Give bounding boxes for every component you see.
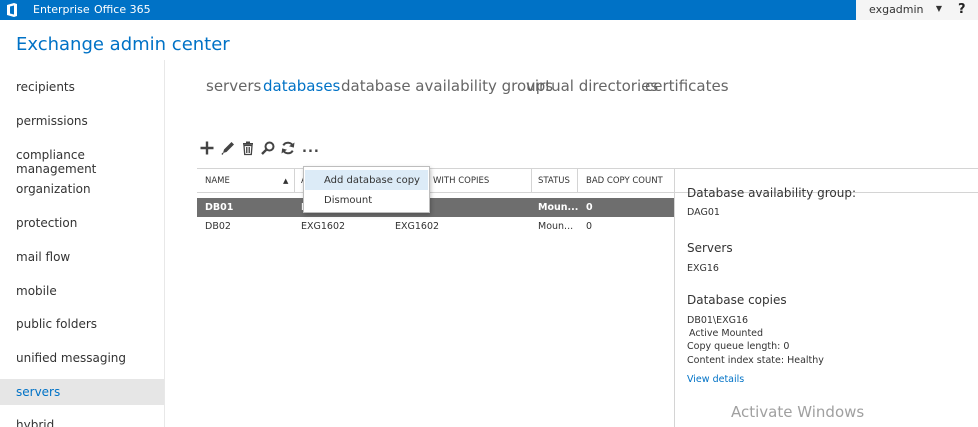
- nav-item-protection[interactable]: protection: [0, 210, 164, 236]
- cell-status: Moun...: [538, 221, 574, 232]
- help-button[interactable]: ?: [952, 0, 978, 20]
- dag-heading: Database availability group:: [687, 186, 857, 200]
- view-details-link[interactable]: View details: [687, 374, 744, 385]
- dag-value: DAG01: [687, 207, 720, 218]
- copy-state: Active Mounted: [689, 328, 764, 339]
- menu-item-add-database-copy[interactable]: Add database copy: [305, 170, 428, 190]
- nav-item-hybrid[interactable]: hybrid: [0, 412, 164, 427]
- office365-link[interactable]: Office 365: [94, 3, 151, 16]
- nav-item-organization[interactable]: organization: [0, 176, 164, 202]
- servers-value: EXG16: [687, 263, 719, 274]
- refresh-button[interactable]: [280, 140, 298, 160]
- nav-divider: [164, 60, 165, 427]
- cell-active-on: EXG1602: [301, 221, 346, 232]
- nav-item-servers[interactable]: servers: [0, 379, 164, 405]
- cell-name: DB02: [205, 221, 231, 232]
- column-separator: [294, 169, 295, 193]
- header-bad-copy-count[interactable]: BAD COPY COUNT: [586, 176, 663, 186]
- add-icon: [200, 141, 214, 155]
- table-row[interactable]: DB01 E Moun... 0: [197, 198, 674, 217]
- top-bar: Enterprise Office 365 exgadmin ▼ ?: [0, 0, 978, 20]
- nav-item-mobile[interactable]: mobile: [0, 278, 164, 304]
- database-copies-heading: Database copies: [687, 293, 787, 307]
- office-logo-icon[interactable]: [4, 2, 20, 18]
- header-name[interactable]: NAME: [205, 176, 230, 186]
- cell-bad-copy-count: 0: [586, 202, 593, 213]
- edit-icon: [221, 142, 234, 155]
- copy-name: DB01\EXG16: [687, 315, 749, 326]
- copy-queue-length: Copy queue length: 0: [687, 341, 790, 352]
- more-icon: ...: [302, 141, 320, 156]
- user-name: exgadmin: [869, 3, 924, 16]
- content-index-state: Content index state: Healthy: [687, 355, 824, 366]
- cell-copies: EXG1602: [395, 221, 440, 232]
- search-button[interactable]: [260, 140, 278, 160]
- menu-item-dismount[interactable]: Dismount: [305, 190, 428, 210]
- tab-virtual-directories[interactable]: virtual directories: [526, 77, 658, 95]
- cell-status: Moun...: [538, 202, 579, 213]
- column-separator: [577, 169, 578, 193]
- caret-down-icon: ▼: [935, 4, 942, 13]
- more-actions-menu: Add database copy Dismount: [303, 166, 430, 213]
- cell-name: DB01: [205, 202, 234, 213]
- table-row[interactable]: DB02 EXG1602 EXG1602 Moun... 0: [197, 217, 674, 236]
- edit-button[interactable]: [220, 140, 238, 160]
- nav-item-unified-messaging[interactable]: unified messaging: [0, 345, 164, 371]
- cell-bad-copy-count: 0: [586, 221, 593, 232]
- user-menu[interactable]: exgadmin ▼: [856, 0, 952, 20]
- servers-heading: Servers: [687, 241, 733, 255]
- nav-item-permissions[interactable]: permissions: [0, 108, 164, 134]
- sort-ascending-icon[interactable]: ▲: [283, 177, 288, 185]
- more-button[interactable]: ...: [302, 141, 320, 161]
- nav-item-public-folders[interactable]: public folders: [0, 311, 164, 337]
- header-status[interactable]: STATUS: [538, 176, 570, 186]
- header-servers-with-copies[interactable]: WITH COPIES: [433, 176, 489, 186]
- activate-windows-watermark: Activate Windows: [731, 403, 865, 421]
- search-icon: [261, 141, 275, 155]
- nav-item-recipients[interactable]: recipients: [0, 74, 164, 100]
- enterprise-link[interactable]: Enterprise: [33, 3, 90, 16]
- delete-button[interactable]: [240, 140, 258, 160]
- tab-certificates[interactable]: certificates: [645, 77, 729, 95]
- tab-servers[interactable]: servers: [206, 77, 261, 95]
- add-button[interactable]: [199, 140, 217, 160]
- app-title: Exchange admin center: [16, 34, 230, 55]
- refresh-icon: [281, 141, 295, 155]
- nav-item-mail-flow[interactable]: mail flow: [0, 244, 164, 270]
- tab-database-availability-groups[interactable]: database availability groups: [341, 77, 553, 95]
- delete-icon: [243, 141, 253, 156]
- column-separator: [531, 169, 532, 193]
- nav-item-compliance-management[interactable]: compliance management: [0, 142, 164, 176]
- help-icon: ?: [958, 2, 966, 17]
- tab-databases[interactable]: databases: [263, 77, 340, 95]
